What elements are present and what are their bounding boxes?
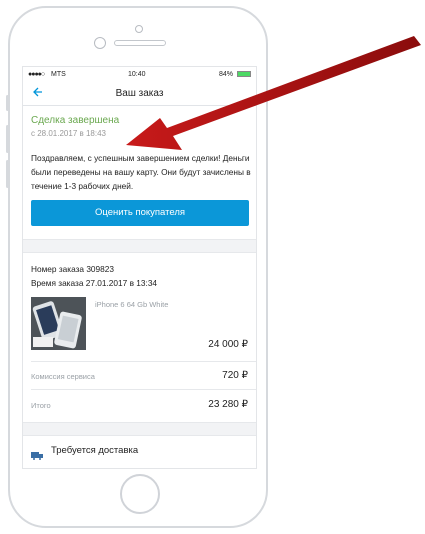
clock: 10:40	[128, 71, 146, 78]
carrier-name: MTS	[51, 71, 66, 78]
volume-up-button	[6, 125, 9, 153]
product-price: 24 000 ₽	[208, 339, 248, 350]
total-label: Итого	[31, 401, 51, 410]
page-title: Ваш заказ	[115, 88, 164, 99]
commission-label: Комиссия сервиса	[31, 372, 95, 381]
rate-buyer-button[interactable]: Оценить покупателя	[31, 200, 249, 226]
signal-strength: ●●●●○	[28, 71, 45, 78]
truck-icon	[31, 447, 43, 460]
home-button[interactable]	[120, 474, 160, 514]
battery-icon	[237, 71, 251, 77]
status-bar: ●●●●○ MTS 10:40 84%	[23, 67, 256, 82]
product-name[interactable]: iPhone 6 64 Gb White	[95, 300, 168, 309]
deal-date: с 28.01.2017 в 18:43	[31, 129, 106, 138]
deal-message: Поздравляем, с успешным завершением сдел…	[31, 153, 251, 191]
commission-value: 720 ₽	[222, 370, 248, 381]
earpiece-speaker	[114, 40, 166, 46]
order-number: Номер заказа 309823	[31, 264, 115, 274]
proximity-sensor	[135, 25, 143, 33]
product-image[interactable]	[31, 297, 86, 350]
section-divider	[23, 239, 256, 253]
divider-line	[31, 389, 256, 390]
battery-percent: 84%	[219, 71, 234, 78]
section-divider	[23, 422, 256, 436]
mute-switch	[6, 95, 9, 111]
front-camera	[94, 37, 106, 49]
total-value: 23 280 ₽	[208, 399, 248, 410]
order-time: Время заказа 27.01.2017 в 13:34	[31, 278, 158, 288]
deal-status: Сделка завершена	[31, 115, 120, 126]
delivery-required[interactable]: Требуется доставка	[51, 445, 138, 456]
divider-line	[31, 361, 256, 362]
app-screen: ●●●●○ MTS 10:40 84% Ваш заказ Сделка зав…	[22, 66, 257, 469]
volume-down-button	[6, 160, 9, 188]
navigation-bar: Ваш заказ	[23, 83, 256, 106]
